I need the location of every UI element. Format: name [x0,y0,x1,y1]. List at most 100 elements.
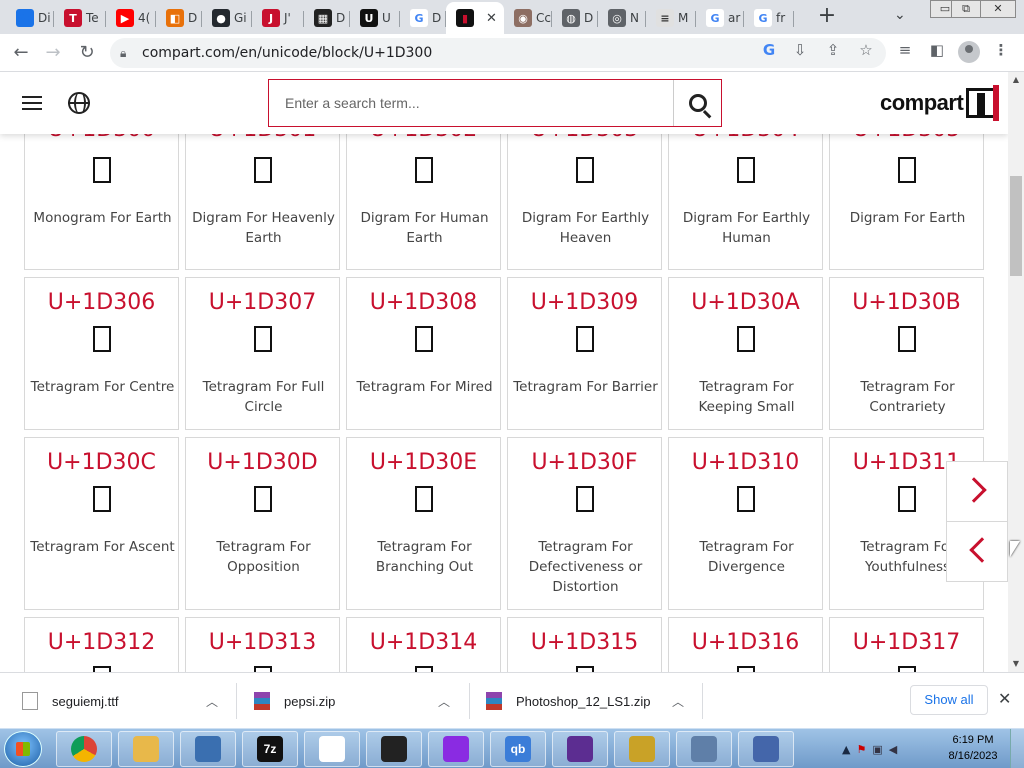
hamburger-menu-icon[interactable] [22,96,42,110]
browser-tab[interactable]: ◧ D [156,2,202,34]
browser-tab[interactable]: ◍ D [552,2,598,34]
close-window-button[interactable]: ✕ [980,0,1016,18]
profile-avatar[interactable] [958,41,980,63]
character-code[interactable]: U+1D30A [669,290,822,315]
network-warning-icon[interactable]: ⚑ [856,743,866,756]
chevron-up-icon[interactable]: ︿ [206,693,218,710]
google-lens-icon[interactable]: G [758,39,780,61]
character-card[interactable]: U+1D315 [507,617,662,672]
character-card[interactable]: U+1D300Monogram For Earth [24,117,179,270]
character-code[interactable]: U+1D316 [669,630,822,655]
taskbar-app-notes[interactable] [304,731,360,767]
character-code[interactable]: U+1D312 [25,630,178,655]
taskbar-app-photoshop-app[interactable] [738,731,794,767]
character-code[interactable]: U+1D30F [508,450,661,475]
bookmark-star-icon[interactable]: ☆ [855,39,877,61]
install-app-icon[interactable]: ⇩ [789,39,811,61]
page-scrollbar[interactable]: ▲ ▼ [1008,72,1024,672]
character-card[interactable]: U+1D316 [668,617,823,672]
character-card[interactable]: U+1D30F Tetragram For Defectiveness or Di… [507,437,662,610]
character-code[interactable]: U+1D317 [830,630,983,655]
browser-tab[interactable]: ▦ D [304,2,350,34]
show-hidden-icons-icon[interactable]: ▲ [842,743,850,756]
tab-search-button[interactable]: ⌄ [894,7,906,23]
new-tab-button[interactable]: + [815,4,839,30]
browser-tab[interactable]: ◎ N [598,2,646,34]
menu-kebab-icon[interactable]: ⋮ [990,39,1012,61]
character-code[interactable]: U+1D307 [186,290,339,315]
character-card[interactable]: U+1D303Digram For Earthly Heaven [507,117,662,270]
browser-tab[interactable]: ▮ ✕ [446,2,504,34]
browser-tab[interactable]: Gar [696,2,744,34]
character-card[interactable]: U+1D30B Tetragram For Contrariety [829,277,984,430]
next-page-button[interactable] [946,461,1008,522]
browser-tab[interactable]: J J' [252,2,304,34]
start-button[interactable] [4,731,42,767]
browser-tab[interactable]: GD [400,2,446,34]
character-card[interactable]: U+1D313 [185,617,340,672]
browser-tab[interactable]: T Te [54,2,106,34]
character-card[interactable]: U+1D310 Tetragram For Divergence [668,437,823,610]
browser-tab[interactable]: Gfr [744,2,794,34]
browser-tab[interactable]: UU [350,2,400,34]
character-card[interactable]: U+1D305Digram For Earth [829,117,984,270]
character-card[interactable]: U+1D314 [346,617,501,672]
character-card[interactable]: U+1D307 Tetragram For Full Circle [185,277,340,430]
character-card[interactable]: U+1D306 Tetragram For Centre [24,277,179,430]
clock[interactable]: 6:19 PM 8/16/2023 [944,732,1002,764]
character-code[interactable]: U+1D30C [25,450,178,475]
taskbar-app-7zip[interactable]: 7z [242,731,298,767]
character-card[interactable]: U+1D302Digram For Human Earth [346,117,501,270]
taskbar-app-lambda-app[interactable] [676,731,732,767]
character-card[interactable]: U+1D30D Tetragram For Opposition [185,437,340,610]
browser-tab[interactable]: SF Di [6,2,54,34]
share-icon[interactable]: ⇪ [822,39,844,61]
show-all-button[interactable]: Show all [910,685,988,715]
taskbar-app-network-tool[interactable] [180,731,236,767]
taskbar-app-cat-app[interactable] [366,731,422,767]
browser-tab[interactable]: ◉ Cc [504,2,552,34]
scroll-up-arrow-icon[interactable]: ▲ [1008,72,1024,88]
browser-tab[interactable]: ● Gi [202,2,252,34]
character-code[interactable]: U+1D30D [186,450,339,475]
character-code[interactable]: U+1D309 [508,290,661,315]
previous-page-button[interactable] [946,521,1008,582]
character-card[interactable]: U+1D317 [829,617,984,672]
character-code[interactable]: U+1D308 [347,290,500,315]
chevron-up-icon[interactable]: ︿ [438,693,450,710]
taskbar-app-visual-studio[interactable] [552,731,608,767]
download-item[interactable]: seguiemj.ttf ︿ [22,679,232,723]
chevron-up-icon[interactable]: ︿ [672,693,684,710]
restore-button[interactable]: ⧉ [951,0,981,18]
taskbar-app-winrar[interactable] [428,731,484,767]
taskbar-app-file-explorer[interactable] [118,731,174,767]
character-code[interactable]: U+1D315 [508,630,661,655]
reading-list-icon[interactable]: ≡ [894,39,916,61]
character-card[interactable]: U+1D304Digram For Earthly Human [668,117,823,270]
compart-logo[interactable]: compart [880,85,1000,121]
character-code[interactable]: U+1D314 [347,630,500,655]
character-code[interactable]: U+1D310 [669,450,822,475]
download-item[interactable]: pepsi.zip ︿ [254,679,464,723]
search-button[interactable] [673,80,721,126]
character-card[interactable]: U+1D312 [24,617,179,672]
search-input[interactable] [269,80,673,126]
taskbar-app-folder-app[interactable] [614,731,670,767]
taskbar-app-qbittorrent[interactable]: qb [490,731,546,767]
action-center-icon[interactable]: ▣ [872,743,882,756]
character-card[interactable]: U+1D30C Tetragram For Ascent [24,437,179,610]
side-panel-icon[interactable]: ◧ [926,39,948,61]
scroll-down-arrow-icon[interactable]: ▼ [1008,656,1024,672]
close-tab-icon[interactable]: ✕ [486,11,497,26]
browser-tab[interactable]: ▶ 4( [106,2,156,34]
character-card[interactable]: U+1D301Digram For Heavenly Earth [185,117,340,270]
back-button[interactable]: ← [8,40,34,66]
show-desktop-button[interactable] [1010,729,1024,768]
character-code[interactable]: U+1D30B [830,290,983,315]
forward-button[interactable]: → [40,40,66,66]
character-code[interactable]: U+1D30E [347,450,500,475]
taskbar-app-chrome[interactable] [56,731,112,767]
character-card[interactable]: U+1D308 Tetragram For Mired [346,277,501,430]
character-code[interactable]: U+1D306 [25,290,178,315]
character-card[interactable]: U+1D30E Tetragram For Branching Out [346,437,501,610]
